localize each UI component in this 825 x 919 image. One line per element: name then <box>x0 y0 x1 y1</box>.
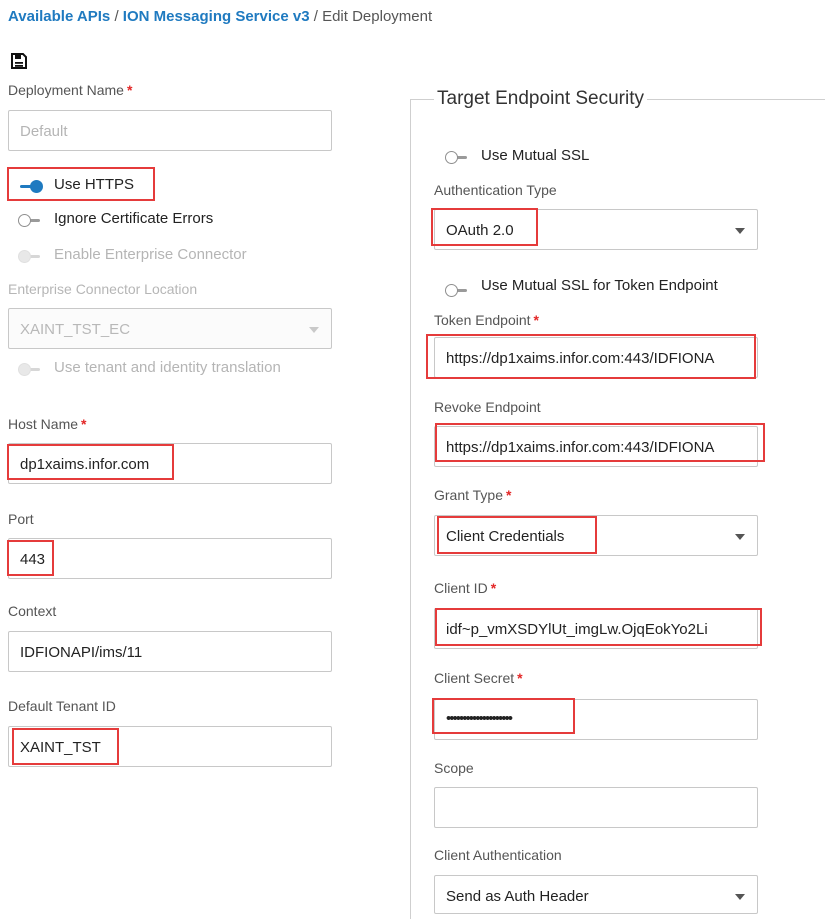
auth-type-select[interactable]: OAuth 2.0 <box>434 209 758 250</box>
mutual-ssl-token-label: Use Mutual SSL for Token Endpoint <box>481 277 718 294</box>
ec-location-label: Enterprise Connector Location <box>8 281 198 297</box>
revoke-endpoint-field[interactable]: https://dp1xaims.infor.com:443/IDFIONA <box>434 426 758 467</box>
scope-label: Scope <box>434 760 474 776</box>
breadcrumb-separator: / <box>110 8 123 25</box>
auth-type-value: OAuth 2.0 <box>446 222 514 239</box>
context-field[interactable]: IDFIONAPI/ims/11 <box>8 631 332 672</box>
use-https-label: Use HTTPS <box>54 176 135 193</box>
mutual-ssl-toggle[interactable] <box>445 151 467 164</box>
client-secret-label: Client Secret * <box>434 670 523 686</box>
revoke-endpoint-value: https://dp1xaims.infor.com:443/IDFIONA <box>446 439 715 456</box>
chevron-down-icon <box>735 534 745 540</box>
chevron-down-icon <box>735 228 745 234</box>
deployment-name-field[interactable]: Default <box>8 110 332 151</box>
chevron-down-icon <box>309 327 319 333</box>
scope-field[interactable] <box>434 787 758 828</box>
token-endpoint-field[interactable]: https://dp1xaims.infor.com:443/IDFIONA <box>434 337 758 378</box>
breadcrumb-current: Edit Deployment <box>322 8 433 25</box>
host-name-value: dp1xaims.infor.com <box>20 456 150 473</box>
tenant-id-field[interactable]: XAINT_TST <box>8 726 332 767</box>
client-secret-field[interactable]: •••••••••••••••••••• <box>434 699 758 740</box>
tenant-translation-toggle <box>18 363 40 376</box>
grant-type-label: Grant Type * <box>434 487 512 503</box>
breadcrumb-separator: / <box>309 8 323 25</box>
save-button[interactable] <box>10 52 28 70</box>
port-field[interactable]: 443 <box>8 538 332 579</box>
enterprise-connector-toggle <box>18 250 40 263</box>
save-icon <box>11 53 27 69</box>
client-auth-label: Client Authentication <box>434 847 562 863</box>
port-value: 443 <box>20 551 46 568</box>
client-id-label: Client ID * <box>434 580 497 596</box>
token-endpoint-value: https://dp1xaims.infor.com:443/IDFIONA <box>446 350 715 367</box>
enterprise-connector-label: Enable Enterprise Connector <box>54 246 247 263</box>
breadcrumb-available-apis[interactable]: Available APIs <box>8 8 110 25</box>
client-auth-select[interactable]: Send as Auth Header <box>434 875 758 914</box>
breadcrumb-ion-messaging[interactable]: ION Messaging Service v3 <box>123 8 310 25</box>
tenant-id-value: XAINT_TST <box>20 739 101 756</box>
host-name-field[interactable]: dp1xaims.infor.com <box>8 443 332 484</box>
client-auth-value: Send as Auth Header <box>446 888 589 905</box>
ec-location-select: XAINT_TST_EC <box>8 308 332 349</box>
client-secret-value: •••••••••••••••••••• <box>446 710 513 727</box>
port-label: Port <box>8 511 34 527</box>
client-id-value: idf~p_vmXSDYlUt_imgLw.OjqEokYo2Li <box>446 621 708 638</box>
ignore-cert-label: Ignore Certificate Errors <box>54 210 214 227</box>
ec-location-value: XAINT_TST_EC <box>20 321 131 338</box>
host-name-label: Host Name * <box>8 416 87 432</box>
ignore-cert-toggle[interactable] <box>18 214 40 227</box>
deployment-name-label: Deployment Name * <box>8 82 133 98</box>
tenant-id-label: Default Tenant ID <box>8 698 116 714</box>
token-endpoint-label: Token Endpoint * <box>434 312 539 328</box>
mutual-ssl-token-toggle[interactable] <box>445 284 467 297</box>
grant-type-value: Client Credentials <box>446 528 565 545</box>
context-label: Context <box>8 603 57 619</box>
use-https-toggle[interactable] <box>20 180 43 193</box>
context-value: IDFIONAPI/ims/11 <box>20 644 143 661</box>
tenant-translation-label: Use tenant and identity translation <box>54 359 281 376</box>
auth-type-label: Authentication Type <box>434 182 557 198</box>
chevron-down-icon <box>735 894 745 900</box>
deployment-name-placeholder: Default <box>20 123 68 140</box>
security-legend: Target Endpoint Security <box>434 88 648 110</box>
breadcrumb: Available APIs / ION Messaging Service v… <box>8 8 432 25</box>
client-id-field[interactable]: idf~p_vmXSDYlUt_imgLw.OjqEokYo2Li <box>434 608 758 649</box>
mutual-ssl-label: Use Mutual SSL <box>481 147 590 164</box>
grant-type-select[interactable]: Client Credentials <box>434 515 758 556</box>
revoke-endpoint-label: Revoke Endpoint <box>434 399 541 415</box>
